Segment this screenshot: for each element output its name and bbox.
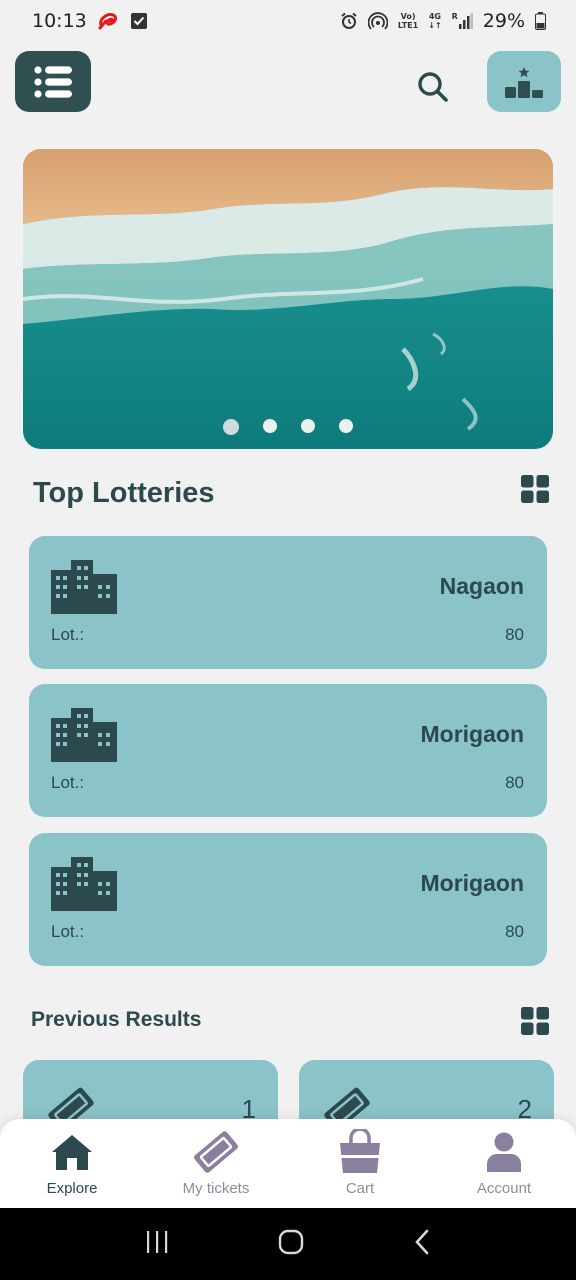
recent-apps-icon — [146, 1231, 167, 1253]
nav-label: Cart — [345, 1180, 375, 1197]
nav-label: My tickets — [182, 1180, 250, 1197]
back-icon — [415, 1229, 429, 1255]
signal-icon: R — [452, 12, 473, 30]
grid-icon — [521, 475, 549, 503]
alarm-icon — [340, 12, 358, 30]
nav-cart[interactable]: Cart — [288, 1119, 432, 1208]
building-icon — [51, 708, 117, 762]
airtel-icon — [97, 11, 121, 31]
lot-value: 80 — [505, 922, 524, 941]
volte-indicator: Vo) LTE1 — [398, 12, 418, 30]
previous-results-title: Previous Results — [31, 1008, 202, 1031]
hotspot-icon — [367, 12, 388, 30]
building-icon — [51, 857, 117, 911]
carousel-dot[interactable] — [223, 419, 239, 435]
home-icon — [52, 1135, 92, 1170]
roaming-text: R — [451, 12, 458, 21]
grid-icon — [521, 1007, 549, 1035]
lottery-name: Morigaon — [420, 721, 525, 747]
search-button[interactable] — [412, 66, 454, 108]
grid-view-button[interactable] — [521, 1007, 549, 1035]
volte-bottom-text: LTE1 — [397, 21, 419, 30]
lottery-name: Morigaon — [420, 870, 525, 896]
data-arrows-text: ↓↑ — [428, 21, 442, 30]
podium-icon — [505, 66, 543, 98]
checkbox-notification-icon — [130, 13, 147, 29]
bottom-navigation: Explore My tickets Cart Account — [0, 1119, 576, 1208]
lot-value: 80 — [505, 773, 524, 792]
lot-value: 80 — [505, 625, 524, 644]
menu-button[interactable] — [15, 51, 91, 112]
top-lotteries-title: Top Lotteries — [33, 477, 215, 509]
network-type-text: 4G — [428, 12, 441, 21]
grid-view-button[interactable] — [521, 475, 549, 503]
carousel-dot[interactable] — [263, 419, 277, 433]
lottery-card[interactable]: Nagaon Lot.: 80 — [29, 536, 547, 669]
list-icon — [34, 65, 72, 98]
nav-explore[interactable]: Explore — [0, 1119, 144, 1208]
lottery-card[interactable]: Morigaon Lot.: 80 — [29, 833, 547, 966]
person-icon — [487, 1132, 521, 1172]
battery-percent: 29% — [482, 10, 525, 32]
lottery-card[interactable]: Morigaon Lot.: 80 — [29, 684, 547, 817]
recent-apps-button[interactable] — [145, 1230, 169, 1258]
nav-my-tickets[interactable]: My tickets — [144, 1119, 288, 1208]
home-system-button[interactable] — [278, 1229, 304, 1259]
beach-aerial-image — [23, 149, 553, 449]
nav-account[interactable]: Account — [432, 1119, 576, 1208]
system-navigation-bar — [0, 1208, 576, 1280]
carousel-indicator — [23, 419, 553, 435]
search-icon — [418, 72, 448, 102]
nav-label: Account — [476, 1180, 532, 1197]
status-bar: 10:13 Vo) LTE1 4G ↓↑ R 29% — [0, 0, 576, 42]
carousel-dot[interactable] — [339, 419, 353, 433]
lot-label: Lot.: — [51, 625, 85, 644]
status-time: 10:13 — [32, 10, 87, 32]
building-icon — [51, 560, 117, 614]
promo-banner-carousel[interactable] — [23, 149, 553, 449]
network-type-indicator: 4G ↓↑ — [428, 12, 441, 30]
home-circle-icon — [278, 1229, 304, 1255]
lottery-name: Nagaon — [439, 573, 524, 599]
leaderboard-button[interactable] — [487, 51, 561, 112]
back-button[interactable] — [413, 1229, 431, 1259]
shopping-bag-icon — [340, 1129, 380, 1173]
carousel-dot[interactable] — [301, 419, 315, 433]
ticket-icon — [194, 1131, 238, 1173]
battery-icon — [535, 12, 546, 30]
volte-top-text: Vo) — [400, 12, 416, 21]
lot-label: Lot.: — [51, 922, 85, 941]
lot-label: Lot.: — [51, 773, 85, 792]
nav-label: Explore — [46, 1180, 98, 1197]
